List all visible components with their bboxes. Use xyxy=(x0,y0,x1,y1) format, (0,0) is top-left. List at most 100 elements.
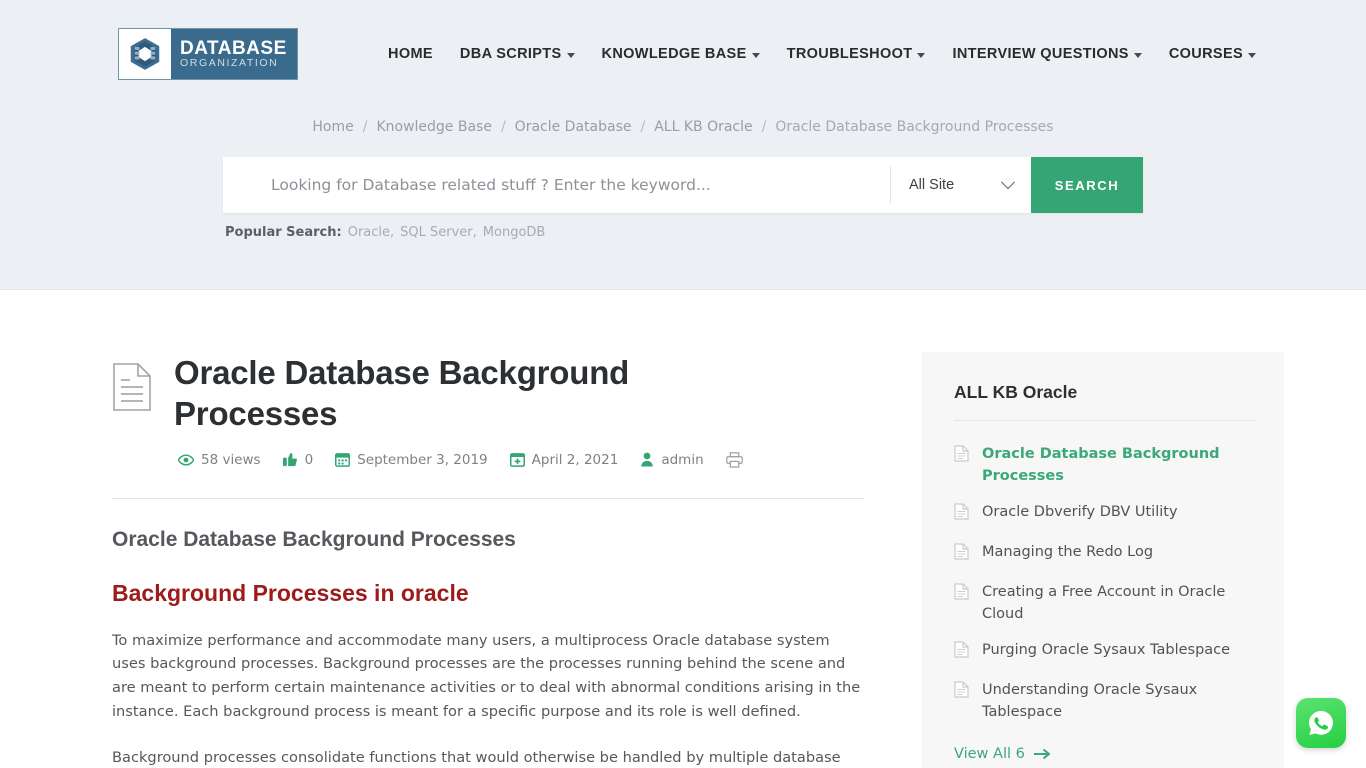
meta-updated-date: April 2, 2021 xyxy=(509,451,619,468)
logo-line-2: ORGANIZATION xyxy=(180,57,279,70)
breadcrumb-item-home[interactable]: Home xyxy=(312,119,353,135)
nav-label: HOME xyxy=(388,46,433,62)
meta-updated-label: April 2, 2021 xyxy=(531,451,619,468)
sidebar-item-label: Managing the Redo Log xyxy=(982,544,1154,561)
meta-likes[interactable]: 0 xyxy=(282,451,314,468)
search-bar: All Site SEARCH xyxy=(223,157,1143,213)
sidebar-divider xyxy=(954,420,1256,421)
meta-author-label: admin xyxy=(661,451,704,468)
document-icon xyxy=(954,543,969,567)
chevron-down-icon xyxy=(1133,52,1142,58)
sidebar-item-label: Understanding Oracle Sysaux Tablespace xyxy=(982,682,1198,721)
top-navigation-bar: DATABASE ORGANIZATION HOME DBA SCRIPTS K… xyxy=(0,0,1366,108)
view-all-label: View All 6 xyxy=(954,746,1025,763)
view-all-link[interactable]: View All 6 xyxy=(954,746,1256,762)
nav-item-dba-scripts[interactable]: DBA SCRIPTS xyxy=(460,46,575,62)
sidebar-item-purging-oracle-sysaux-tablespace[interactable]: Purging Oracle Sysaux Tablespace xyxy=(954,632,1256,672)
popular-tag-sql-server[interactable]: SQL Server, xyxy=(400,225,477,240)
page-content: Oracle Database Background Processes 58 … xyxy=(0,290,1366,768)
document-icon xyxy=(954,503,969,527)
search-button[interactable]: SEARCH xyxy=(1031,157,1143,213)
popular-tag-mongodb[interactable]: MongoDB xyxy=(483,225,546,240)
popular-search-label: Popular Search: xyxy=(225,225,342,240)
search-scope-value: All Site xyxy=(909,177,955,193)
document-icon xyxy=(954,681,969,723)
breadcrumb-separator: / xyxy=(761,119,767,135)
nav-label: KNOWLEDGE BASE xyxy=(601,46,747,62)
user-icon xyxy=(641,452,654,467)
nav-item-troubleshoot[interactable]: TROUBLESHOOT xyxy=(787,46,926,62)
article-paragraph-1: To maximize performance and accommodate … xyxy=(112,631,861,720)
breadcrumb-separator: / xyxy=(362,119,368,135)
hexagon-database-icon xyxy=(119,29,171,79)
eye-icon xyxy=(178,453,194,466)
article-title-row: Oracle Database Background Processes xyxy=(112,352,864,435)
logo-wordmark: DATABASE ORGANIZATION xyxy=(171,37,287,70)
breadcrumb-item-oracle-database[interactable]: Oracle Database xyxy=(515,119,632,135)
nav-label: INTERVIEW QUESTIONS xyxy=(952,46,1129,62)
print-button[interactable] xyxy=(725,451,743,468)
article-meta: 58 views 0 September 3, 2019 April 2, 20… xyxy=(178,452,864,468)
main-menu: HOME DBA SCRIPTS KNOWLEDGE BASE TROUBLES… xyxy=(388,46,1256,62)
nav-label: COURSES xyxy=(1168,46,1243,62)
sidebar-item-creating-a-free-account-in-oracle-cloud[interactable]: Creating a Free Account in Oracle Cloud xyxy=(954,574,1256,632)
sidebar-item-oracle-dbverify-dbv-utility[interactable]: Oracle Dbverify DBV Utility xyxy=(954,494,1256,534)
article-paragraph-2: Background processes consolidate functio… xyxy=(112,748,841,766)
breadcrumb-item-current: Oracle Database Background Processes xyxy=(775,119,1054,135)
sidebar-title: ALL KB Oracle xyxy=(954,382,1078,402)
chevron-down-icon xyxy=(1000,175,1016,190)
nav-item-home[interactable]: HOME xyxy=(388,46,433,62)
sidebar-item-label: Oracle Dbverify DBV Utility xyxy=(982,504,1178,521)
page-root: DATABASE ORGANIZATION HOME DBA SCRIPTS K… xyxy=(0,0,1366,768)
document-icon xyxy=(954,583,969,625)
breadcrumb: Home / Knowledge Base / Oracle Database … xyxy=(0,119,1366,135)
document-icon xyxy=(954,445,969,487)
nav-label: TROUBLESHOOT xyxy=(786,46,913,62)
logo-line-1: DATABASE xyxy=(180,37,287,59)
sidebar-item-managing-the-redo-log[interactable]: Managing the Redo Log xyxy=(954,534,1256,574)
arrow-right-icon xyxy=(1033,749,1051,760)
sidebar: ALL KB Oracle Oracle Database Background… xyxy=(922,352,1284,768)
nav-item-courses[interactable]: COURSES xyxy=(1169,46,1256,62)
sidebar-item-understanding-oracle-sysaux-tablespace[interactable]: Understanding Oracle Sysaux Tablespace xyxy=(954,672,1256,730)
chevron-down-icon xyxy=(917,52,926,58)
nav-item-knowledge-base[interactable]: KNOWLEDGE BASE xyxy=(602,46,760,62)
chevron-down-icon xyxy=(566,52,575,58)
article-section-heading: Background Processes in oracle xyxy=(112,579,469,606)
meta-likes-count: 0 xyxy=(304,451,314,468)
article-subheading: Oracle Database Background Processes xyxy=(112,527,516,551)
calendar-plus-icon xyxy=(509,453,525,467)
page-title: Oracle Database Background Processes xyxy=(174,354,630,433)
calendar-icon xyxy=(335,453,351,467)
document-icon xyxy=(954,641,969,665)
print-icon xyxy=(725,451,743,468)
breadcrumb-separator: / xyxy=(640,119,646,135)
sidebar-item-oracle-database-background-processes[interactable]: Oracle Database Background Processes xyxy=(954,436,1256,494)
popular-tag-oracle[interactable]: Oracle, xyxy=(348,225,394,240)
article-divider xyxy=(112,497,864,499)
nav-label: DBA SCRIPTS xyxy=(459,46,562,62)
search-scope-select[interactable]: All Site xyxy=(891,157,1031,213)
sidebar-item-label: Purging Oracle Sysaux Tablespace xyxy=(982,642,1231,659)
sidebar-item-label: Creating a Free Account in Oracle Cloud xyxy=(982,584,1226,623)
document-icon xyxy=(112,362,152,416)
sidebar-item-label: Oracle Database Background Processes xyxy=(982,446,1220,485)
whatsapp-button[interactable] xyxy=(1296,698,1346,748)
breadcrumb-item-all-kb-oracle[interactable]: ALL KB Oracle xyxy=(654,119,752,135)
chevron-down-icon xyxy=(751,52,760,58)
meta-views-label: 58 views xyxy=(201,451,261,468)
thumbs-up-icon xyxy=(282,452,297,467)
whatsapp-icon xyxy=(1309,711,1333,735)
chevron-down-icon xyxy=(1248,52,1256,58)
article: Oracle Database Background Processes 58 … xyxy=(112,352,864,768)
meta-author: admin xyxy=(640,451,704,468)
nav-item-interview-questions[interactable]: INTERVIEW QUESTIONS xyxy=(952,46,1142,62)
hero-header: DATABASE ORGANIZATION HOME DBA SCRIPTS K… xyxy=(0,0,1366,290)
site-logo[interactable]: DATABASE ORGANIZATION xyxy=(118,28,298,80)
meta-views: 58 views xyxy=(178,452,261,468)
breadcrumb-item-knowledge-base[interactable]: Knowledge Base xyxy=(376,119,492,135)
meta-published-date: September 3, 2019 xyxy=(335,452,488,468)
popular-search: Popular Search: Oracle, SQL Server, Mong… xyxy=(223,225,1143,240)
search-input[interactable] xyxy=(223,157,890,213)
breadcrumb-separator: / xyxy=(500,119,506,135)
